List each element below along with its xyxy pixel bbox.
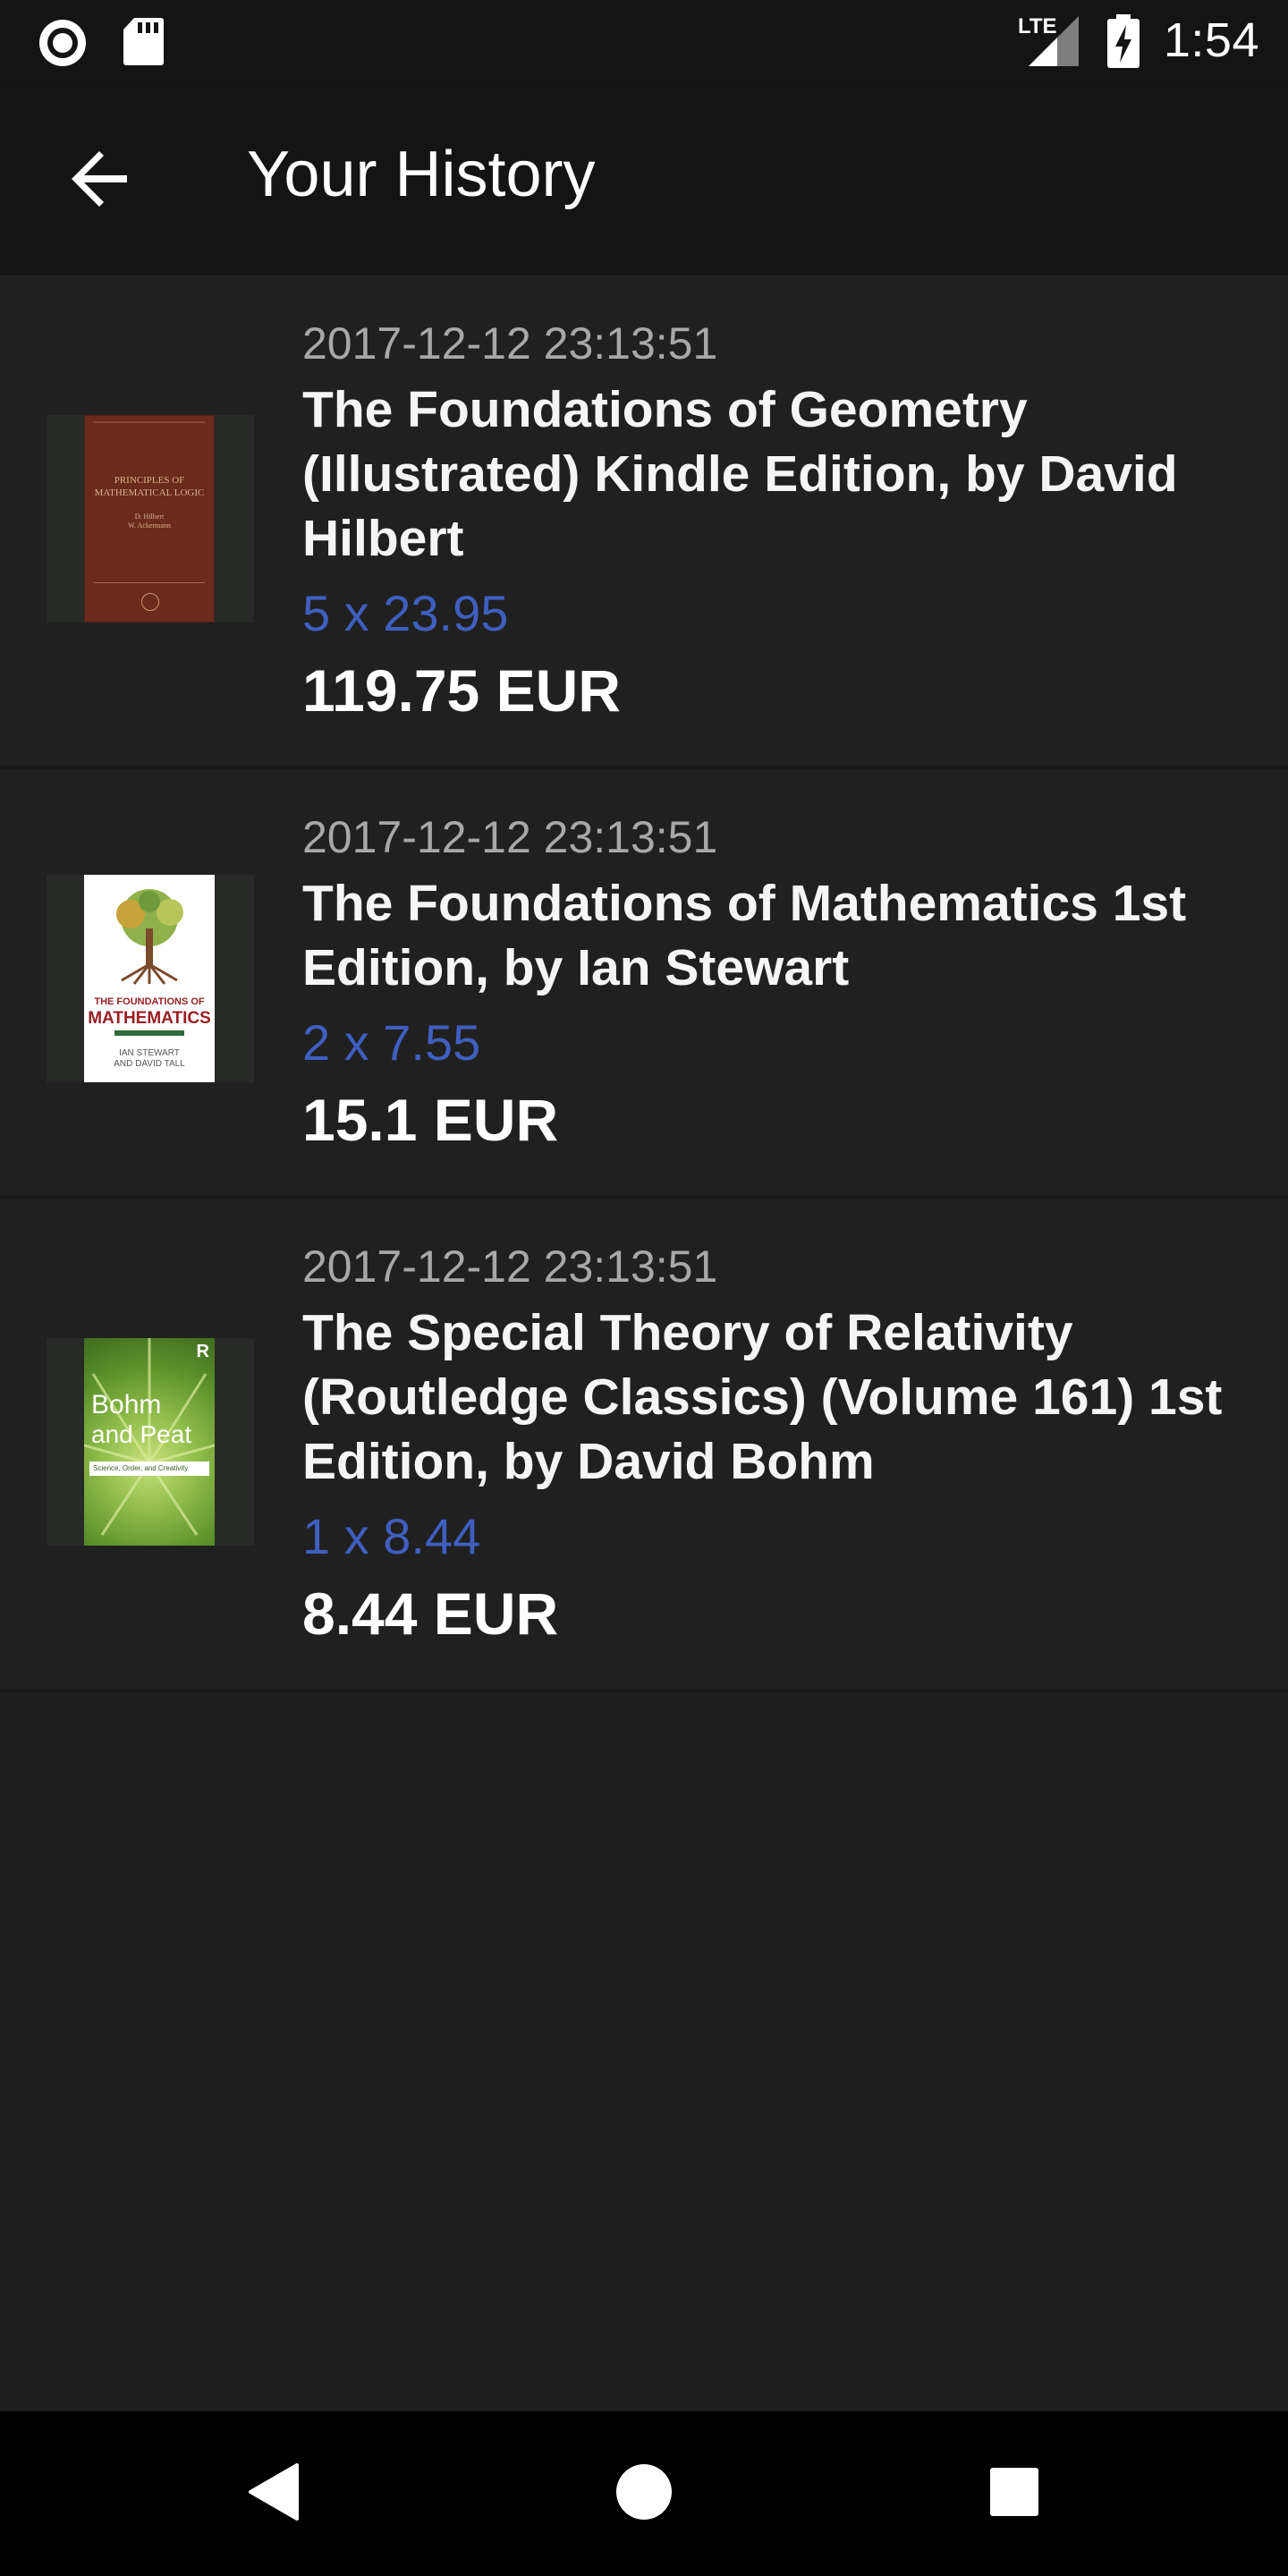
page-title: Your History [247,139,596,210]
book-cover-thumbnail: R Bohm and Peat Science, Order, and Crea… [47,1338,254,1546]
purchase-date: 2017-12-12 23:13:51 [302,812,718,862]
nav-home-button[interactable] [594,2444,694,2544]
history-item[interactable]: Principles of Mathematical Logic D. Hilb… [0,275,1288,769]
total-price: 15.1 EUR [302,1087,559,1153]
history-item-details: 2017-12-12 23:13:51 The Foundations of G… [302,317,1252,726]
cover-subtitle: Science, Order, and Creativity [89,1462,209,1476]
book-title: The Special Theory of Relativity (Routle… [302,1304,1223,1490]
total-price: 119.75 EUR [302,657,621,724]
sd-card-icon [122,16,165,71]
cover-title-line: and Peat [91,1420,192,1448]
square-recents-icon [988,2466,1040,2522]
publisher-emblem-icon [141,593,159,611]
cover-title-line: MATHEMATICS [88,1009,211,1028]
circle-home-icon [614,2462,674,2526]
cover-title-line: Mathematical Logic [94,487,205,498]
status-time: 1:54 [1163,13,1259,67]
battery-charging-icon [1106,14,1141,72]
book-cover-thumbnail: THE FOUNDATIONS OF MATHEMATICS IAN STEWA… [47,875,254,1082]
book-cover-image: THE FOUNDATIONS OF MATHEMATICS IAN STEWA… [84,875,215,1082]
book-title: The Foundations of Geometry (Illustrated… [302,381,1178,567]
history-item-details: 2017-12-12 23:13:51 The Special Theory o… [302,1240,1252,1649]
book-cover-image: Principles of Mathematical Logic D. Hilb… [84,415,215,623]
tree-illustration-icon [95,887,204,986]
cover-author-line: D. Hilbert [134,513,165,521]
cover-author-line: IAN STEWART [119,1048,180,1058]
triangle-back-icon [245,2462,302,2527]
book-cover-thumbnail: Principles of Mathematical Logic D. Hilb… [47,415,254,623]
cover-title-line: THE FOUNDATIONS OF [94,996,205,1007]
publisher-badge: R [196,1342,209,1361]
cover-author-line: AND DAVID TALL [114,1059,185,1069]
book-cover-image: R Bohm and Peat Science, Order, and Crea… [84,1338,215,1546]
history-list: Principles of Mathematical Logic D. Hilb… [0,275,1288,1692]
quantity-price: 1 x 8.44 [302,1508,481,1564]
navigation-bar [0,2411,1288,2576]
total-price: 8.44 EUR [302,1580,559,1647]
quantity-price: 2 x 7.55 [302,1014,481,1071]
history-item[interactable]: THE FOUNDATIONS OF MATHEMATICS IAN STEWA… [0,769,1288,1199]
cover-title-line: Bohm [91,1390,162,1419]
record-icon [36,16,89,74]
nav-recents-button[interactable] [964,2444,1064,2544]
back-button[interactable] [50,131,150,231]
status-bar: LTE 1:54 [0,0,1288,86]
nav-back-button[interactable] [224,2444,324,2544]
purchase-date: 2017-12-12 23:13:51 [302,1241,718,1292]
book-title: The Foundations of Mathematics 1st Editi… [302,875,1187,996]
cover-title-line: Principles of [114,475,185,486]
lte-signal-icon: LTE [1016,13,1080,66]
history-item-details: 2017-12-12 23:13:51 The Foundations of M… [302,810,1252,1156]
purchase-date: 2017-12-12 23:13:51 [302,318,718,369]
history-item[interactable]: R Bohm and Peat Science, Order, and Crea… [0,1199,1288,1692]
empty-list-area [0,1692,1288,2411]
quantity-price: 5 x 23.95 [302,585,509,641]
app-bar: Your History [0,86,1288,275]
arrow-back-icon [70,148,131,214]
cover-author-line: W. Ackermann [128,521,171,530]
